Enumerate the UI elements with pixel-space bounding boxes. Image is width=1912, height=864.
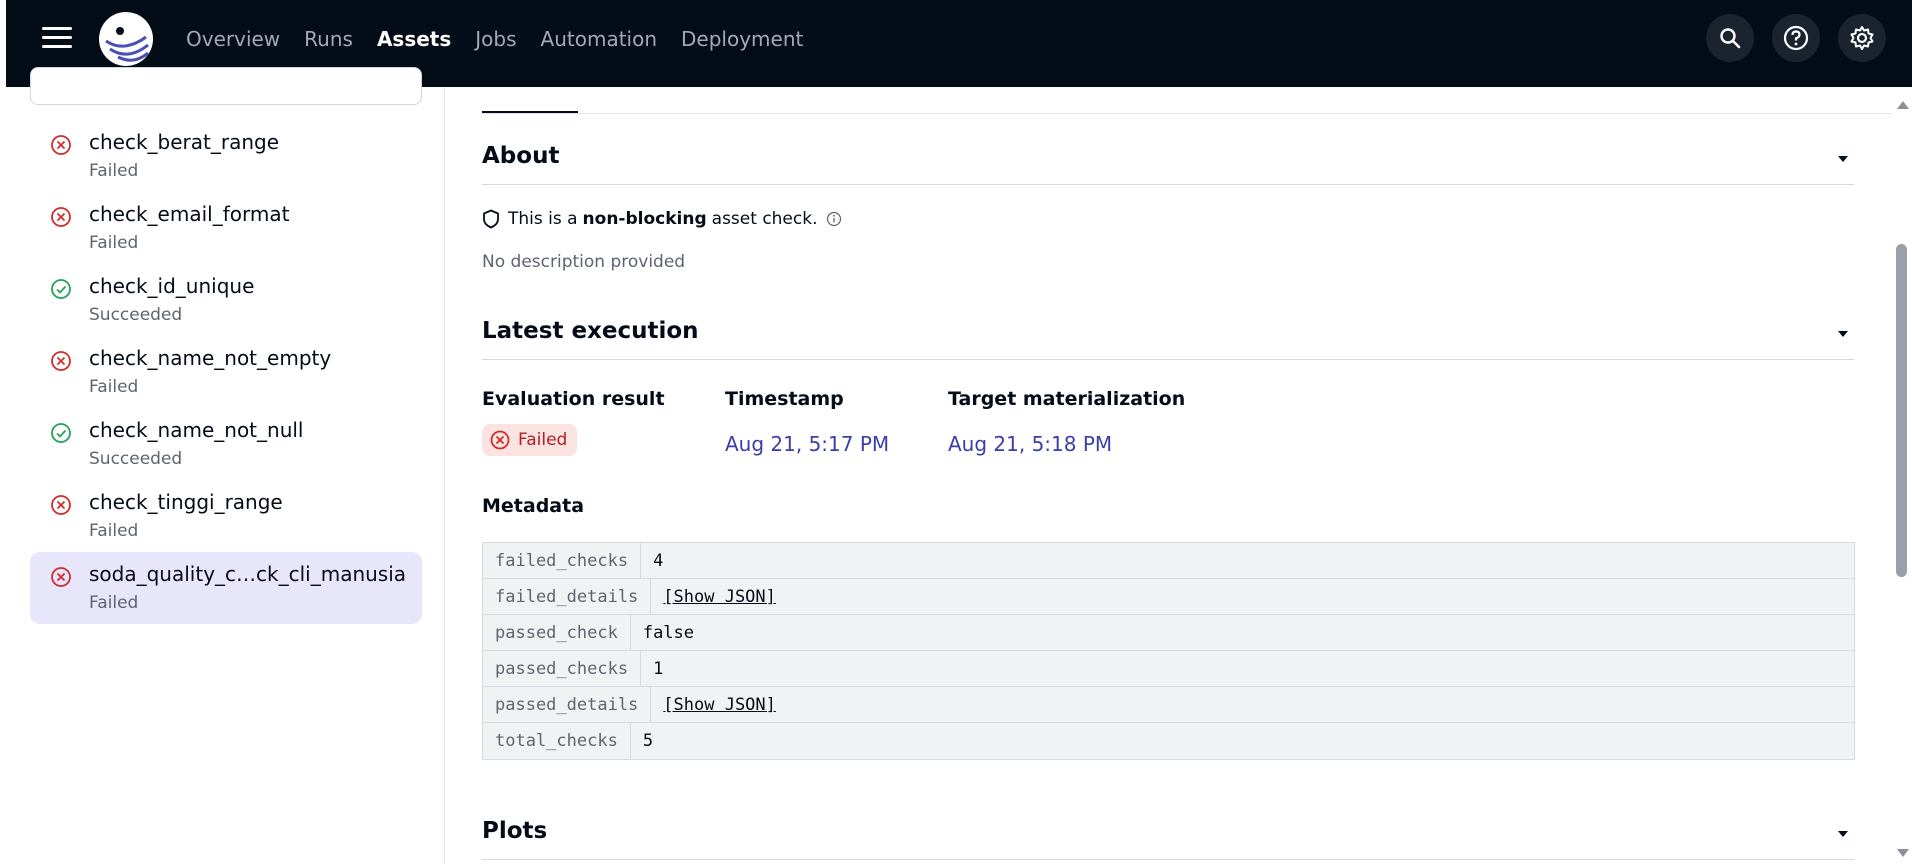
help-icon[interactable]: [1772, 14, 1820, 62]
metadata-value: 1: [653, 658, 664, 679]
info-icon[interactable]: [826, 211, 842, 227]
nav-runs[interactable]: Runs: [304, 27, 353, 51]
caret-down-icon[interactable]: [1838, 156, 1848, 162]
latest-execution-title: Latest execution: [482, 318, 699, 344]
asset-check-detail: About This is a non-blocking asset check…: [446, 87, 1892, 864]
asset-check-item[interactable]: check_id_unique Succeeded: [30, 264, 422, 336]
metadata-value: 5: [642, 731, 654, 751]
asset-checks-sidebar: check_berat_range Failed check_email_forma…: [6, 67, 445, 864]
asset-check-item[interactable]: check_name_not_empty Failed: [30, 336, 422, 408]
asset-check-name: check_berat_range: [89, 130, 280, 154]
asset-check-name: soda_quality_c…ck_cli_manusia: [89, 562, 407, 586]
asset-check-name: check_tinggi_range: [89, 490, 283, 514]
asset-check-status: Succeeded: [89, 449, 183, 469]
nonblocking-bold: non-blocking: [582, 209, 707, 229]
metadata-row: failed_checks 4: [483, 543, 1854, 579]
nav-automation[interactable]: Automation: [541, 27, 657, 51]
asset-check-item[interactable]: check_tinggi_range Failed: [30, 480, 422, 552]
caret-down-icon[interactable]: [1838, 331, 1848, 337]
metadata-row: failed_details [Show JSON]: [483, 579, 1854, 615]
metadata-value: 4: [653, 550, 664, 571]
failed-x-icon: [51, 567, 71, 587]
evaluation-result-label: Evaluation result: [482, 388, 665, 410]
latest-execution-header[interactable]: Latest execution: [482, 304, 1854, 360]
nav-overview[interactable]: Overview: [186, 27, 280, 51]
asset-check-status: Failed: [89, 593, 139, 613]
about-section-header[interactable]: About: [482, 129, 1854, 185]
failed-x-icon: [51, 135, 71, 155]
search-icon[interactable]: [1706, 14, 1754, 62]
settings-gear-icon[interactable]: [1838, 14, 1886, 62]
metadata-key: passed_checks: [483, 651, 642, 686]
asset-check-status: Failed: [89, 521, 139, 541]
target-materialization-link[interactable]: Aug 21, 5:18 PM: [948, 432, 1185, 456]
asset-check-name: check_id_unique: [89, 274, 255, 298]
top-right-icons: [1706, 14, 1886, 62]
failed-x-icon: [490, 430, 510, 450]
about-title: About: [482, 143, 560, 169]
timestamp-link[interactable]: Aug 21, 5:17 PM: [725, 432, 889, 456]
nonblocking-prefix: This is a: [508, 209, 578, 229]
plots-section-header[interactable]: Plots: [482, 804, 1854, 860]
asset-check-status: Failed: [89, 377, 139, 397]
asset-check-status: Succeeded: [89, 305, 183, 325]
metadata-key: failed_details: [483, 579, 652, 614]
tab-divider: [482, 113, 1892, 114]
plots-title: Plots: [482, 818, 548, 844]
nonblocking-notice: This is a non-blocking asset check.: [482, 209, 842, 229]
asset-check-name: check_name_not_empty: [89, 346, 332, 370]
asset-check-status: Failed: [89, 233, 139, 253]
scroll-down-arrow-icon[interactable]: [1897, 849, 1909, 857]
asset-check-item[interactable]: check_email_format Failed: [30, 192, 422, 264]
target-materialization-label: Target materialization: [948, 388, 1186, 410]
dagster-logo[interactable]: [96, 9, 156, 69]
failed-x-icon: [51, 207, 71, 227]
success-check-icon: [51, 279, 71, 299]
sidebar-filter-input[interactable]: [30, 67, 422, 105]
nonblocking-suffix: asset check.: [711, 209, 818, 229]
nav-jobs[interactable]: Jobs: [475, 27, 516, 51]
description-text: No description provided: [482, 252, 686, 272]
show-json-link[interactable]: [Show JSON]: [651, 687, 788, 722]
failed-tag-label: Failed: [518, 430, 568, 450]
failed-status-tag: Failed: [482, 424, 578, 456]
metadata-key: passed_details: [483, 687, 652, 722]
timestamp-label: Timestamp: [725, 388, 844, 410]
metadata-row: passed_checks 1: [483, 651, 1854, 687]
caret-down-icon[interactable]: [1838, 831, 1848, 837]
metadata-row: passed_check false: [483, 615, 1854, 651]
metadata-row: total_checks 5: [483, 723, 1854, 759]
metadata-key: failed_checks: [483, 543, 642, 578]
scrollbar-thumb[interactable]: [1896, 244, 1907, 577]
nav-deployment[interactable]: Deployment: [681, 27, 803, 51]
hamburger-menu-icon[interactable]: [42, 27, 72, 51]
asset-check-item[interactable]: check_berat_range Failed: [30, 120, 422, 192]
nav-assets[interactable]: Assets: [377, 27, 451, 51]
asset-check-item[interactable]: check_name_not_null Succeeded: [30, 408, 422, 480]
metadata-title: Metadata: [482, 495, 585, 517]
metadata-table: failed_checks 4 failed_details [Show JSON] p…: [482, 542, 1855, 760]
metadata-key: total_checks: [483, 723, 631, 759]
show-json-link[interactable]: [Show JSON]: [651, 579, 788, 614]
scroll-up-arrow-icon[interactable]: [1897, 101, 1909, 109]
main-scrollbar[interactable]: [1893, 87, 1912, 864]
asset-check-list: check_berat_range Failed check_email_forma…: [30, 120, 422, 624]
target-materialization-column: Target materialization Aug 21, 5:18 PM: [948, 388, 1185, 456]
metadata-row: passed_details [Show JSON]: [483, 687, 1854, 723]
failed-x-icon: [51, 351, 71, 371]
asset-check-status: Failed: [89, 161, 139, 181]
timestamp-column: Timestamp Aug 21, 5:17 PM: [725, 388, 889, 456]
success-check-icon: [51, 423, 71, 443]
shield-icon: [483, 209, 499, 229]
asset-check-name: check_email_format: [89, 202, 290, 226]
metadata-value: false: [642, 622, 695, 643]
failed-x-icon: [51, 495, 71, 515]
asset-check-item[interactable]: soda_quality_c…ck_cli_manusia Failed: [30, 552, 422, 624]
evaluation-result-column: Evaluation result Failed: [482, 388, 665, 456]
asset-check-name: check_name_not_null: [89, 418, 304, 442]
metadata-key: passed_check: [483, 615, 631, 650]
